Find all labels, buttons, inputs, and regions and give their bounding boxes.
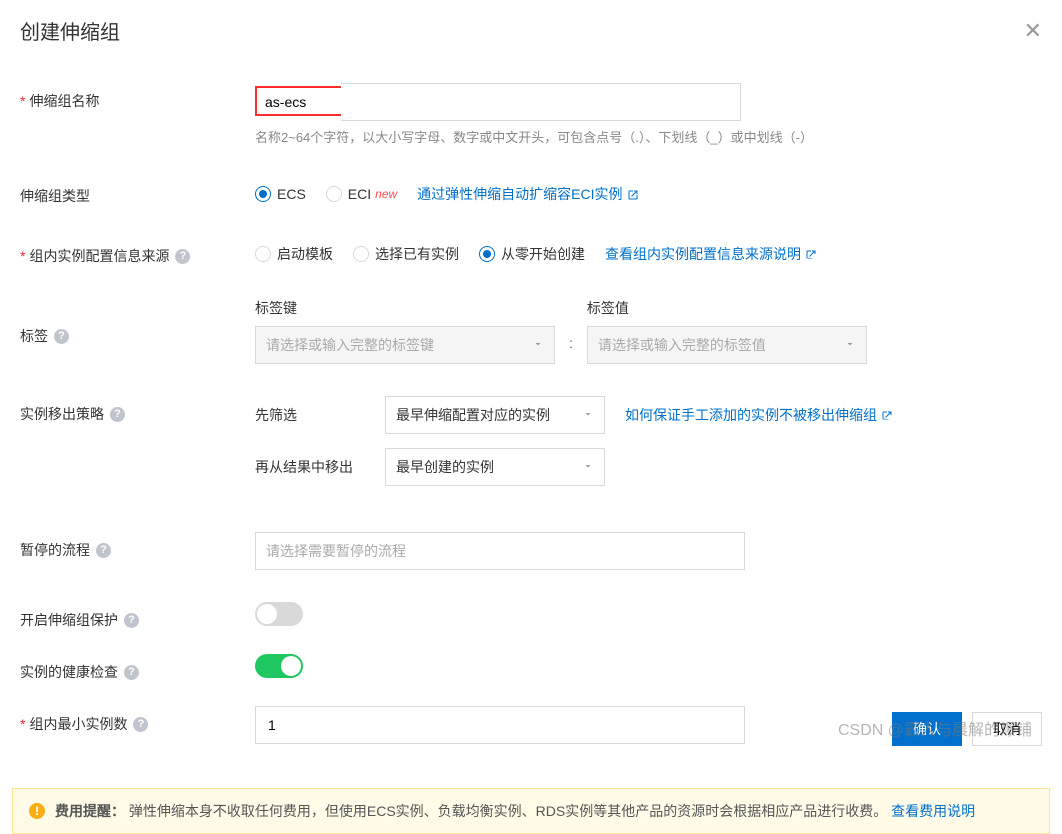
chevron-down-icon [582,407,594,423]
tag-val-label: 标签值 [587,298,867,318]
tag-key-select[interactable]: 请选择或输入完整的标签键 [255,326,555,364]
help-icon[interactable]: ? [133,717,148,732]
help-icon[interactable]: ? [124,613,139,628]
external-link-icon [881,409,893,421]
type-eci-link[interactable]: 通过弹性伸缩自动扩缩容ECI实例 [417,184,638,204]
help-icon[interactable]: ? [54,329,69,344]
source-radio-scratch[interactable]: 从零开始创建 [479,244,585,264]
source-radio-existing[interactable]: 选择已有实例 [353,244,459,264]
help-icon[interactable]: ? [124,665,139,680]
toggle-knob [281,656,301,676]
suspend-label: 暂停的流程 [20,540,90,560]
fee-link[interactable]: 查看费用说明 [891,801,975,821]
protection-toggle[interactable] [255,602,303,626]
health-toggle[interactable] [255,654,303,678]
removal-help-link[interactable]: 如何保证手工添加的实例不被移出伸缩组 [625,405,893,425]
removal-label: 实例移出策略 [20,404,104,424]
removal-then-select[interactable]: 最早创建的实例 [385,448,605,486]
type-radio-eci[interactable]: ECI new [326,186,397,202]
radio-icon [326,186,342,202]
new-badge: new [375,187,397,201]
help-icon[interactable]: ? [175,249,190,264]
external-link-icon [627,188,639,200]
fee-notice: ! 费用提醒： 弹性伸缩本身不收取任何费用，但使用ECS实例、负载均衡实例、RD… [12,788,1050,834]
source-radio-template[interactable]: 启动模板 [255,244,333,264]
confirm-button[interactable]: 确认 [892,712,962,746]
protection-label: 开启伸缩组保护 [20,610,118,630]
name-label: 伸缩组名称 [20,91,99,111]
external-link-icon [805,248,817,260]
min-label: 组内最小实例数 [20,714,127,734]
radio-icon [353,246,369,262]
info-icon: ! [29,803,45,819]
chevron-down-icon [532,337,544,353]
radio-icon [479,246,495,262]
help-icon[interactable]: ? [96,543,111,558]
tag-key-label: 标签键 [255,298,555,318]
radio-icon [255,186,271,202]
type-radio-ecs[interactable]: ECS [255,186,306,202]
name-highlight [255,86,345,116]
health-label: 实例的健康检查 [20,662,118,682]
name-input-highlighted[interactable] [261,94,335,110]
source-help-link[interactable]: 查看组内实例配置信息来源说明 [605,244,817,264]
radio-icon [255,246,271,262]
removal-then-label: 再从结果中移出 [255,457,365,477]
name-hint: 名称2~64个字符，以大小写字母、数字或中文开头，可包含点号（.）、下划线（_）… [255,127,1042,146]
toggle-knob [257,604,277,624]
close-icon[interactable]: ✕ [1024,18,1042,44]
suspend-select[interactable]: 请选择需要暂停的流程 [255,532,745,570]
removal-first-label: 先筛选 [255,405,365,425]
tag-colon: : [569,311,573,351]
min-input[interactable] [255,706,745,744]
source-label: 组内实例配置信息来源 [20,246,169,266]
help-icon[interactable]: ? [110,407,125,422]
tag-val-select[interactable]: 请选择或输入完整的标签值 [587,326,867,364]
cancel-button[interactable]: 取消 [972,712,1042,746]
removal-first-select[interactable]: 最早伸缩配置对应的实例 [385,396,605,434]
type-label: 伸缩组类型 [20,186,90,206]
chevron-down-icon [582,459,594,475]
name-input[interactable] [341,83,741,121]
chevron-down-icon [844,337,856,353]
page-title: 创建伸缩组 [20,16,120,45]
tags-label: 标签 [20,326,48,346]
